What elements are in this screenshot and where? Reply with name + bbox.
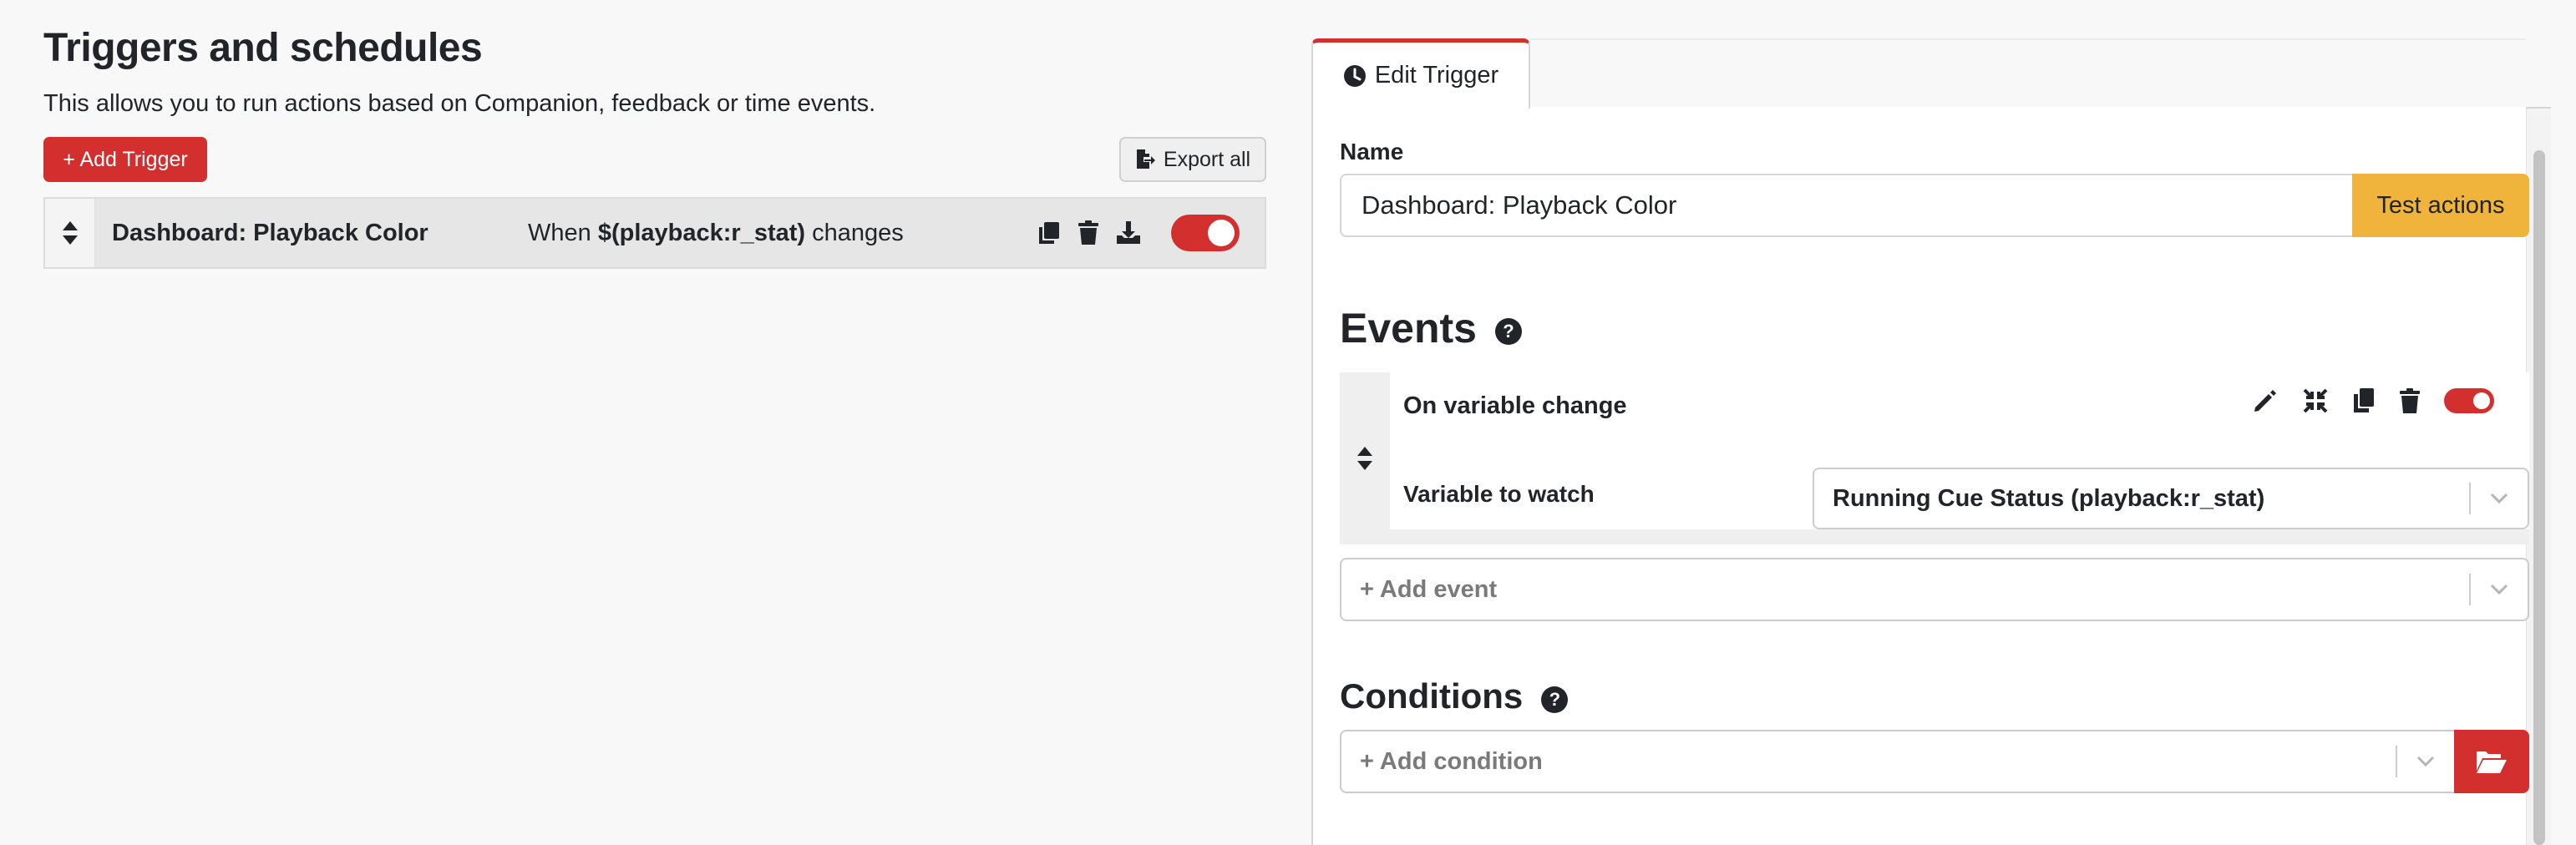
trigger-name[interactable]: Dashboard: Playback Color	[112, 220, 428, 247]
download-icon[interactable]	[1116, 220, 1141, 245]
trigger-desc-suffix: changes	[805, 219, 904, 246]
sort-icon	[62, 220, 79, 245]
sort-icon	[1356, 446, 1373, 471]
toggle-knob	[2473, 392, 2490, 409]
conditions-heading: Conditions ?	[1340, 676, 1569, 716]
edit-trigger-panel: Edit Trigger Name Dashboard: Playback Co…	[1311, 38, 2551, 845]
variable-select[interactable]: Running Cue Status (playback:r_stat)	[1813, 468, 2529, 529]
trash-icon[interactable]	[2399, 387, 2421, 414]
compress-icon[interactable]	[2302, 387, 2329, 414]
clock-icon	[1343, 64, 1367, 88]
chevron-down-icon[interactable]	[2471, 584, 2528, 595]
event-drag-handle[interactable]	[1340, 372, 1390, 544]
tab-edit-trigger-label: Edit Trigger	[1374, 62, 1499, 89]
add-condition-placeholder: + Add condition	[1360, 747, 1543, 775]
variable-select-value: Running Cue Status (playback:r_stat)	[1833, 484, 2265, 512]
trigger-desc-prefix: When	[528, 219, 598, 246]
events-title: Events	[1340, 305, 1477, 352]
clone-icon[interactable]	[1037, 220, 1061, 245]
toggle-knob	[1208, 220, 1235, 246]
event-title: On variable change	[1403, 392, 1627, 419]
trigger-desc-variable: $(playback:r_stat)	[597, 219, 806, 246]
add-trigger-button[interactable]: + Add Trigger	[43, 137, 207, 182]
copy-icon[interactable]	[2352, 387, 2376, 414]
add-event-placeholder: + Add event	[1360, 575, 1498, 603]
load-condition-button[interactable]	[2454, 730, 2529, 793]
trash-icon[interactable]	[1078, 220, 1099, 245]
chevron-down-icon[interactable]	[2397, 756, 2454, 767]
scrollbar[interactable]	[2526, 109, 2551, 845]
add-event-select[interactable]: + Add event	[1340, 558, 2529, 621]
trigger-enabled-toggle[interactable]	[1171, 215, 1240, 251]
tab-edit-trigger[interactable]: Edit Trigger	[1311, 38, 1530, 109]
scrollbar-thumb[interactable]	[2533, 150, 2545, 845]
conditions-title: Conditions	[1340, 676, 1524, 716]
trigger-row-actions	[1037, 220, 1141, 245]
name-label: Name	[1340, 139, 1404, 164]
test-actions-button[interactable]: Test actions	[2352, 174, 2529, 237]
page-description: This allows you to run actions based on …	[43, 90, 876, 117]
help-icon[interactable]: ?	[1541, 686, 1569, 713]
help-icon[interactable]: ?	[1494, 318, 1522, 345]
event-card: On variable change Variable to watch Run…	[1340, 372, 2529, 544]
trigger-name-input[interactable]: Dashboard: Playback Color	[1340, 174, 2352, 237]
export-all-label: Export all	[1163, 147, 1251, 171]
event-enabled-toggle[interactable]	[2444, 388, 2494, 413]
variable-to-watch-label: Variable to watch	[1403, 481, 1595, 507]
folder-open-icon	[2476, 749, 2508, 774]
export-all-button[interactable]: Export all	[1119, 137, 1266, 182]
event-footer-strip	[1390, 529, 2529, 544]
pencil-icon[interactable]	[2252, 387, 2279, 414]
trigger-description: When $(playback:r_stat) changes	[528, 220, 904, 247]
chevron-down-icon[interactable]	[2471, 493, 2528, 504]
add-condition-select[interactable]: + Add condition	[1340, 730, 2456, 793]
export-icon	[1135, 149, 1155, 170]
event-actions	[2252, 387, 2494, 414]
top-divider	[1530, 38, 2526, 40]
page-title: Triggers and schedules	[43, 26, 483, 70]
drag-handle[interactable]	[45, 199, 95, 267]
trigger-row[interactable]: Dashboard: Playback Color When $(playbac…	[43, 197, 1266, 269]
events-heading: Events ?	[1340, 304, 1522, 352]
add-trigger-label: + Add Trigger	[63, 147, 188, 171]
